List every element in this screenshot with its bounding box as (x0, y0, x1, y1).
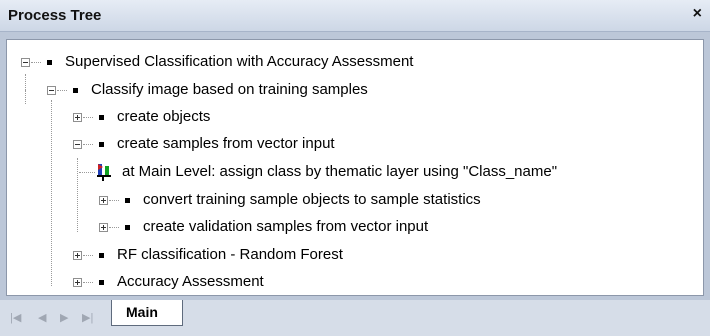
bullet-icon (125, 225, 130, 230)
close-icon[interactable]: × (693, 5, 702, 23)
tree-item-accuracy-assessment[interactable]: Accuracy Assessment (7, 268, 697, 296)
tree-item-label: create validation samples from vector in… (143, 218, 429, 235)
bullet-icon (47, 60, 52, 65)
prev-tab-icon[interactable]: ◀ (38, 311, 46, 324)
first-tab-icon[interactable]: |◀ (10, 311, 21, 324)
process-tree: Supervised Classification with Accuracy … (6, 39, 704, 296)
tab-main[interactable]: Main (111, 300, 183, 326)
expand-icon[interactable] (73, 251, 82, 260)
bullet-icon (99, 280, 104, 285)
bullet-icon (99, 115, 104, 120)
expand-icon[interactable] (73, 113, 82, 122)
panel-titlebar: Process Tree × (0, 0, 710, 32)
tree-connector (109, 227, 119, 228)
tree-item-label: RF classification - Random Forest (117, 246, 343, 263)
tree-connector (57, 90, 67, 91)
tree-item-validation-samples[interactable]: create validation samples from vector in… (7, 213, 697, 241)
collapse-icon[interactable] (73, 140, 82, 149)
bullet-icon (99, 142, 104, 147)
tree-connector (83, 117, 93, 118)
tree-connector (79, 172, 95, 173)
tree-connector (109, 200, 119, 201)
tree-item-label: create objects (117, 108, 211, 125)
assign-class-icon (95, 162, 115, 182)
expand-icon[interactable] (99, 196, 108, 205)
tree-connector (83, 282, 93, 283)
tree-item-label: at Main Level: assign class by thematic … (122, 163, 558, 180)
tree-item-label: create samples from vector input (117, 135, 335, 152)
tree-item-rf-classification[interactable]: RF classification - Random Forest (7, 241, 697, 269)
bullet-icon (73, 88, 78, 93)
tree-item-classify[interactable]: Classify image based on training samples (7, 76, 697, 104)
process-tree-panel: Process Tree × Supervised Classification… (0, 0, 710, 336)
tab-main-label: Main (126, 304, 158, 320)
tree-connector (83, 255, 93, 256)
tree-item-create-objects[interactable]: create objects (7, 103, 697, 131)
last-tab-icon[interactable]: ▶| (82, 311, 93, 324)
tree-item-assign-class[interactable]: at Main Level: assign class by thematic … (7, 158, 697, 186)
tree-item-label: Classify image based on training samples (91, 81, 368, 98)
tree-connector (83, 144, 93, 145)
collapse-icon[interactable] (21, 58, 30, 67)
tree-item-create-samples[interactable]: create samples from vector input (7, 130, 697, 158)
expand-icon[interactable] (73, 278, 82, 287)
tree-item-label: Accuracy Assessment (117, 273, 264, 290)
bullet-icon (99, 253, 104, 258)
tree-item-label: convert training sample objects to sampl… (143, 191, 481, 208)
next-tab-icon[interactable]: ▶ (60, 311, 68, 324)
tab-bar: |◀ ◀ ▶ ▶| Main (0, 300, 710, 336)
tree-item-convert-samples[interactable]: convert training sample objects to sampl… (7, 186, 697, 214)
collapse-icon[interactable] (47, 86, 56, 95)
tree-item-root[interactable]: Supervised Classification with Accuracy … (7, 48, 697, 76)
panel-title: Process Tree (8, 7, 102, 24)
expand-icon[interactable] (99, 223, 108, 232)
tree-connector (31, 62, 41, 63)
bullet-icon (125, 198, 130, 203)
tree-item-label: Supervised Classification with Accuracy … (65, 53, 414, 70)
